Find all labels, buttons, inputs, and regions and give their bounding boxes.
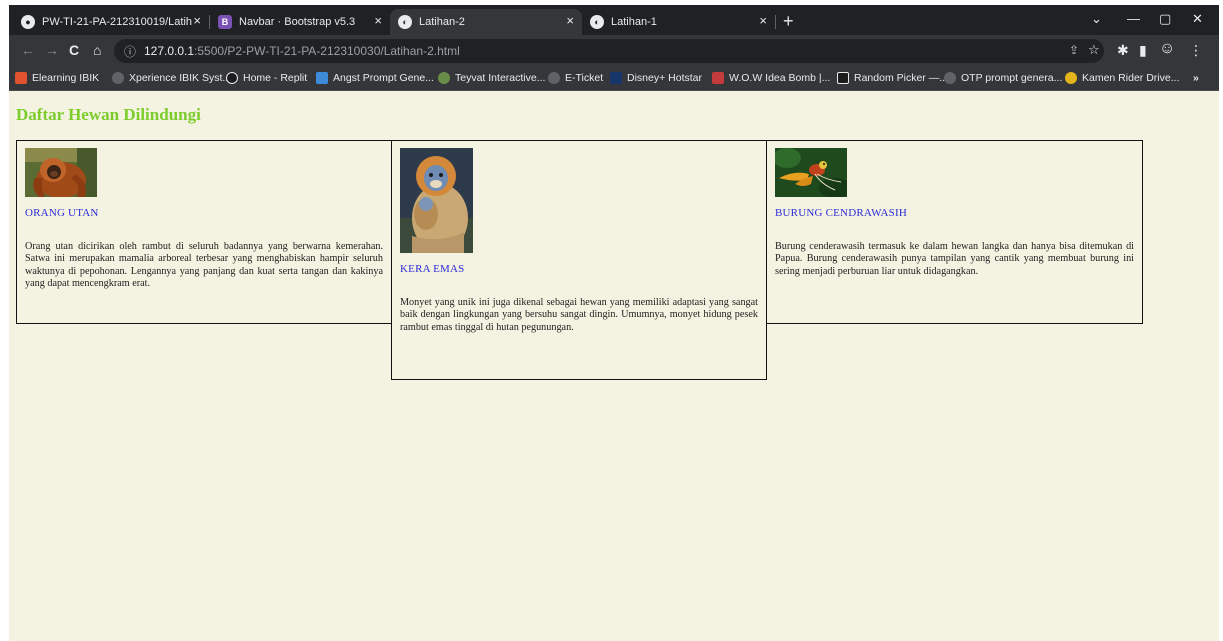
bookmark-replit[interactable]: Home - Replit	[226, 72, 307, 84]
bookmark-label: OTP prompt genera...	[961, 72, 1063, 84]
forward-button[interactable]: →	[45, 42, 59, 58]
animal-description: Burung cenderawasih termasuk ke dalam he…	[775, 241, 1134, 277]
bookmark-otp-prompt[interactable]: OTP prompt genera...	[944, 72, 1062, 84]
globe-icon: ◐	[590, 15, 604, 29]
tab-github[interactable]: ● PW-TI-21-PA-212310019/Latihan ×	[13, 9, 209, 35]
new-tab-button[interactable]: +	[783, 11, 794, 32]
tab-latihan-2[interactable]: ◐ Latihan-2 ×	[390, 9, 582, 35]
minimize-button[interactable]: —	[1127, 11, 1140, 26]
animal-card-golden-monkey: KERA EMAS Monyet yang unik ini juga dike…	[391, 140, 767, 380]
bookmarks-overflow-button[interactable]: »	[1193, 72, 1199, 84]
home-button[interactable]: ⌂	[93, 42, 101, 58]
bookmark-label: Angst Prompt Gene...	[333, 72, 434, 84]
bookmark-wow-idea-bomb[interactable]: W.O.W Idea Bomb |...	[712, 72, 830, 84]
globe-icon	[944, 72, 956, 84]
globe-icon: ◐	[398, 15, 412, 29]
tab-title: PW-TI-21-PA-212310019/Latihan	[42, 16, 192, 28]
orangutan-photo	[25, 148, 97, 197]
bookmark-label: Elearning IBIK	[32, 72, 100, 84]
golden-monkey-photo	[400, 148, 473, 253]
side-panel-icon[interactable]: ▮	[1139, 42, 1147, 59]
bookmark-star-icon[interactable]: ☆	[1088, 42, 1100, 58]
tab-latihan-1[interactable]: ◐ Latihan-1 ×	[582, 9, 775, 35]
page-content: Daftar Hewan Dilindungi ORANG UTAN Orang…	[9, 92, 1219, 641]
browser-toolbar: ← → C ⌂ ⓘ 127.0.0.1:5500/P2-PW-TI-21-PA-…	[9, 35, 1219, 67]
close-icon[interactable]: ×	[193, 13, 201, 28]
animal-card-orangutan: ORANG UTAN Orang utan dicirikan oleh ram…	[16, 140, 392, 324]
bookmark-label: W.O.W Idea Bomb |...	[729, 72, 831, 84]
bookmark-e-ticket[interactable]: E-Ticket	[548, 72, 603, 84]
tab-title: Latihan-2	[419, 16, 465, 28]
bookmark-favicon-icon	[712, 72, 724, 84]
screen-edge	[0, 0, 9, 641]
bookmark-xperience[interactable]: Xperience IBIK Syst...	[112, 72, 231, 84]
bookmark-random-picker[interactable]: Random Picker —...	[837, 72, 948, 84]
profile-avatar[interactable]: ☺	[1159, 40, 1175, 58]
animal-description: Orang utan dicirikan oleh rambut di selu…	[25, 241, 383, 290]
bookmark-elearning-ibik[interactable]: Elearning IBIK	[15, 72, 99, 84]
maximize-button[interactable]: ▢	[1159, 11, 1171, 27]
github-icon: ●	[21, 15, 35, 29]
animal-name: ORANG UTAN	[25, 207, 99, 219]
tab-title: Latihan-1	[611, 16, 657, 28]
bookmark-label: Xperience IBIK Syst...	[129, 72, 232, 84]
back-button[interactable]: ←	[21, 42, 35, 58]
bootstrap-icon: B	[218, 15, 232, 29]
browser-window: ● PW-TI-21-PA-212310019/Latihan × B Navb…	[9, 5, 1219, 641]
url-path: :5500/P2-PW-TI-21-PA-212310030/Latihan-2…	[194, 44, 460, 58]
bookmark-label: Kamen Rider Drive...	[1082, 72, 1180, 84]
replit-icon	[226, 72, 238, 84]
bird-of-paradise-photo	[775, 148, 847, 197]
animal-description: Monyet yang unik ini juga dikenal sebaga…	[400, 297, 758, 333]
animal-name: KERA EMAS	[400, 263, 465, 275]
bookmark-label: Disney+ Hotstar	[627, 72, 702, 84]
dice-icon	[837, 72, 849, 84]
tab-title: Navbar · Bootstrap v5.3	[239, 16, 356, 28]
bookmark-teyvat[interactable]: Teyvat Interactive...	[438, 72, 545, 84]
animal-card-bird-of-paradise: BURUNG CENDRAWASIH Burung cenderawasih t…	[766, 140, 1143, 324]
bookmark-label: Home - Replit	[243, 72, 308, 84]
extensions-icon[interactable]: ✱	[1117, 42, 1129, 59]
bookmark-favicon-icon	[438, 72, 450, 84]
url-host: 127.0.0.1	[144, 44, 195, 58]
tab-strip: ● PW-TI-21-PA-212310019/Latihan × B Navb…	[9, 5, 1219, 35]
animal-name: BURUNG CENDRAWASIH	[775, 207, 907, 219]
address-bar[interactable]: ⓘ 127.0.0.1:5500/P2-PW-TI-21-PA-21231003…	[114, 39, 1104, 63]
site-info-icon[interactable]: ⓘ	[124, 43, 136, 60]
tab-separator	[775, 15, 776, 29]
globe-icon	[112, 72, 124, 84]
close-icon[interactable]: ×	[374, 13, 382, 28]
bookmark-angst-prompt[interactable]: Angst Prompt Gene...	[316, 72, 434, 84]
bookmark-favicon-icon	[1065, 72, 1077, 84]
hotstar-icon	[610, 72, 622, 84]
url-text: 127.0.0.1:5500/P2-PW-TI-21-PA-212310030/…	[144, 44, 460, 58]
bookmark-label: Teyvat Interactive...	[455, 72, 546, 84]
close-icon[interactable]: ×	[566, 13, 574, 28]
close-window-button[interactable]: ✕	[1192, 11, 1203, 27]
bookmark-disney-hotstar[interactable]: Disney+ Hotstar	[610, 72, 702, 84]
bookmark-label: Random Picker —...	[854, 72, 948, 84]
browser-menu-icon[interactable]: ⋮	[1189, 42, 1203, 59]
bookmark-label: E-Ticket	[565, 72, 604, 84]
bookmark-favicon-icon	[316, 72, 328, 84]
bookmarks-bar: Elearning IBIK Xperience IBIK Syst... Ho…	[9, 67, 1219, 91]
page-title: Daftar Hewan Dilindungi	[16, 105, 201, 124]
share-icon[interactable]: ⇪	[1069, 43, 1079, 57]
tab-bootstrap[interactable]: B Navbar · Bootstrap v5.3 ×	[210, 9, 390, 35]
reload-button[interactable]: C	[69, 42, 79, 58]
tab-search-icon[interactable]: ⌄	[1091, 11, 1102, 27]
close-icon[interactable]: ×	[759, 13, 767, 28]
bookmark-favicon-icon	[15, 72, 27, 84]
globe-icon	[548, 72, 560, 84]
bookmark-kamen-rider[interactable]: Kamen Rider Drive...	[1065, 72, 1179, 84]
